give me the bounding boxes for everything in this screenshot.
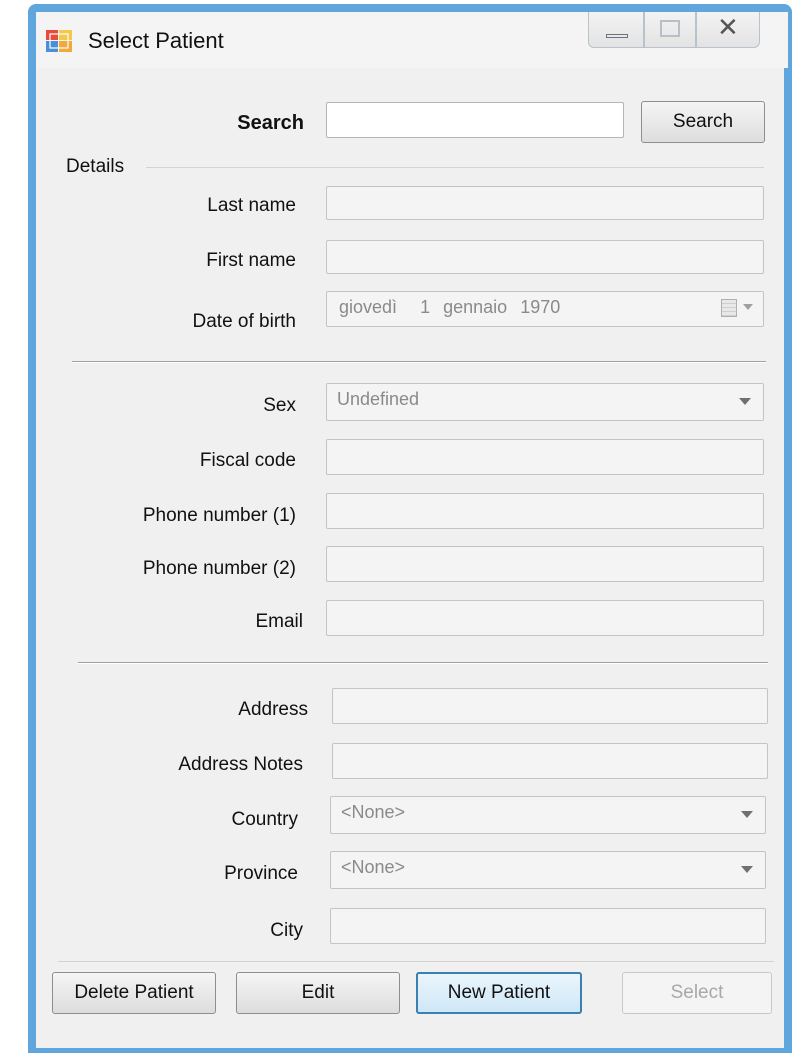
first-name-field[interactable] [326,240,764,274]
email-label: Email [255,611,303,632]
sex-label: Sex [263,395,296,416]
chevron-down-icon[interactable] [741,866,753,873]
dob-year[interactable]: 1970 [520,297,560,317]
sex-dropdown[interactable]: Undefined [326,383,764,421]
fiscal-code-label: Fiscal code [199,450,296,471]
dob-weekday[interactable]: giovedì [339,297,397,317]
phone2-label: Phone number (2) [142,558,296,579]
phone1-field[interactable] [326,493,764,529]
minimize-button[interactable] [588,12,644,48]
province-label: Province [224,863,298,884]
city-label: City [270,920,303,941]
dob-month[interactable]: gennaio [443,297,507,317]
separator-1 [72,361,766,363]
date-of-birth-picker[interactable]: giovedì 1 gennaio 1970 [326,291,764,327]
phone2-field[interactable] [326,546,764,582]
address-notes-label: Address Notes [178,754,303,775]
chevron-down-icon[interactable] [739,398,751,405]
search-button[interactable]: Search [641,101,765,143]
app-window-icon [46,30,72,52]
select-button[interactable]: Select [622,972,772,1014]
fiscal-code-field[interactable] [326,439,764,475]
address-notes-field[interactable] [332,743,768,779]
country-label: Country [231,809,298,830]
search-input[interactable] [326,102,624,138]
select-patient-window: Select Patient ✕ Search Search Details L… [28,4,792,1053]
first-name-label: First name [206,250,296,271]
province-value: <None> [341,857,406,877]
country-dropdown[interactable]: <None> [330,796,766,834]
maximize-button[interactable] [644,12,696,48]
province-dropdown[interactable]: <None> [330,851,766,889]
dob-day[interactable]: 1 [420,297,430,317]
last-name-label: Last name [207,195,296,216]
last-name-field[interactable] [326,186,764,220]
close-button[interactable]: ✕ [696,12,760,48]
details-group-bottom-border [58,961,774,962]
close-icon: ✕ [717,13,739,43]
chevron-down-icon[interactable] [743,304,753,310]
separator-2 [78,662,768,664]
details-group-label: Details [66,156,125,177]
search-label: Search [237,112,304,134]
city-field[interactable] [330,908,766,944]
title-bar[interactable]: Select Patient ✕ [36,12,788,68]
address-label: Address [238,699,308,720]
edit-button[interactable]: Edit [236,972,400,1014]
form-client-area: Search Search Details Last name First na… [36,68,784,1048]
sex-value: Undefined [337,389,420,409]
window-title: Select Patient [88,28,224,53]
chevron-down-icon[interactable] [741,811,753,818]
maximize-icon [660,20,680,37]
delete-patient-button[interactable]: Delete Patient [52,972,216,1014]
email-field[interactable] [326,600,764,636]
date-of-birth-label: Date of birth [192,311,297,332]
country-value: <None> [341,802,406,822]
details-group-border [146,167,764,168]
minimize-icon [606,34,628,38]
address-field[interactable] [332,688,768,724]
phone1-label: Phone number (1) [142,505,296,526]
calendar-icon[interactable] [721,299,737,317]
new-patient-button[interactable]: New Patient [416,972,582,1014]
